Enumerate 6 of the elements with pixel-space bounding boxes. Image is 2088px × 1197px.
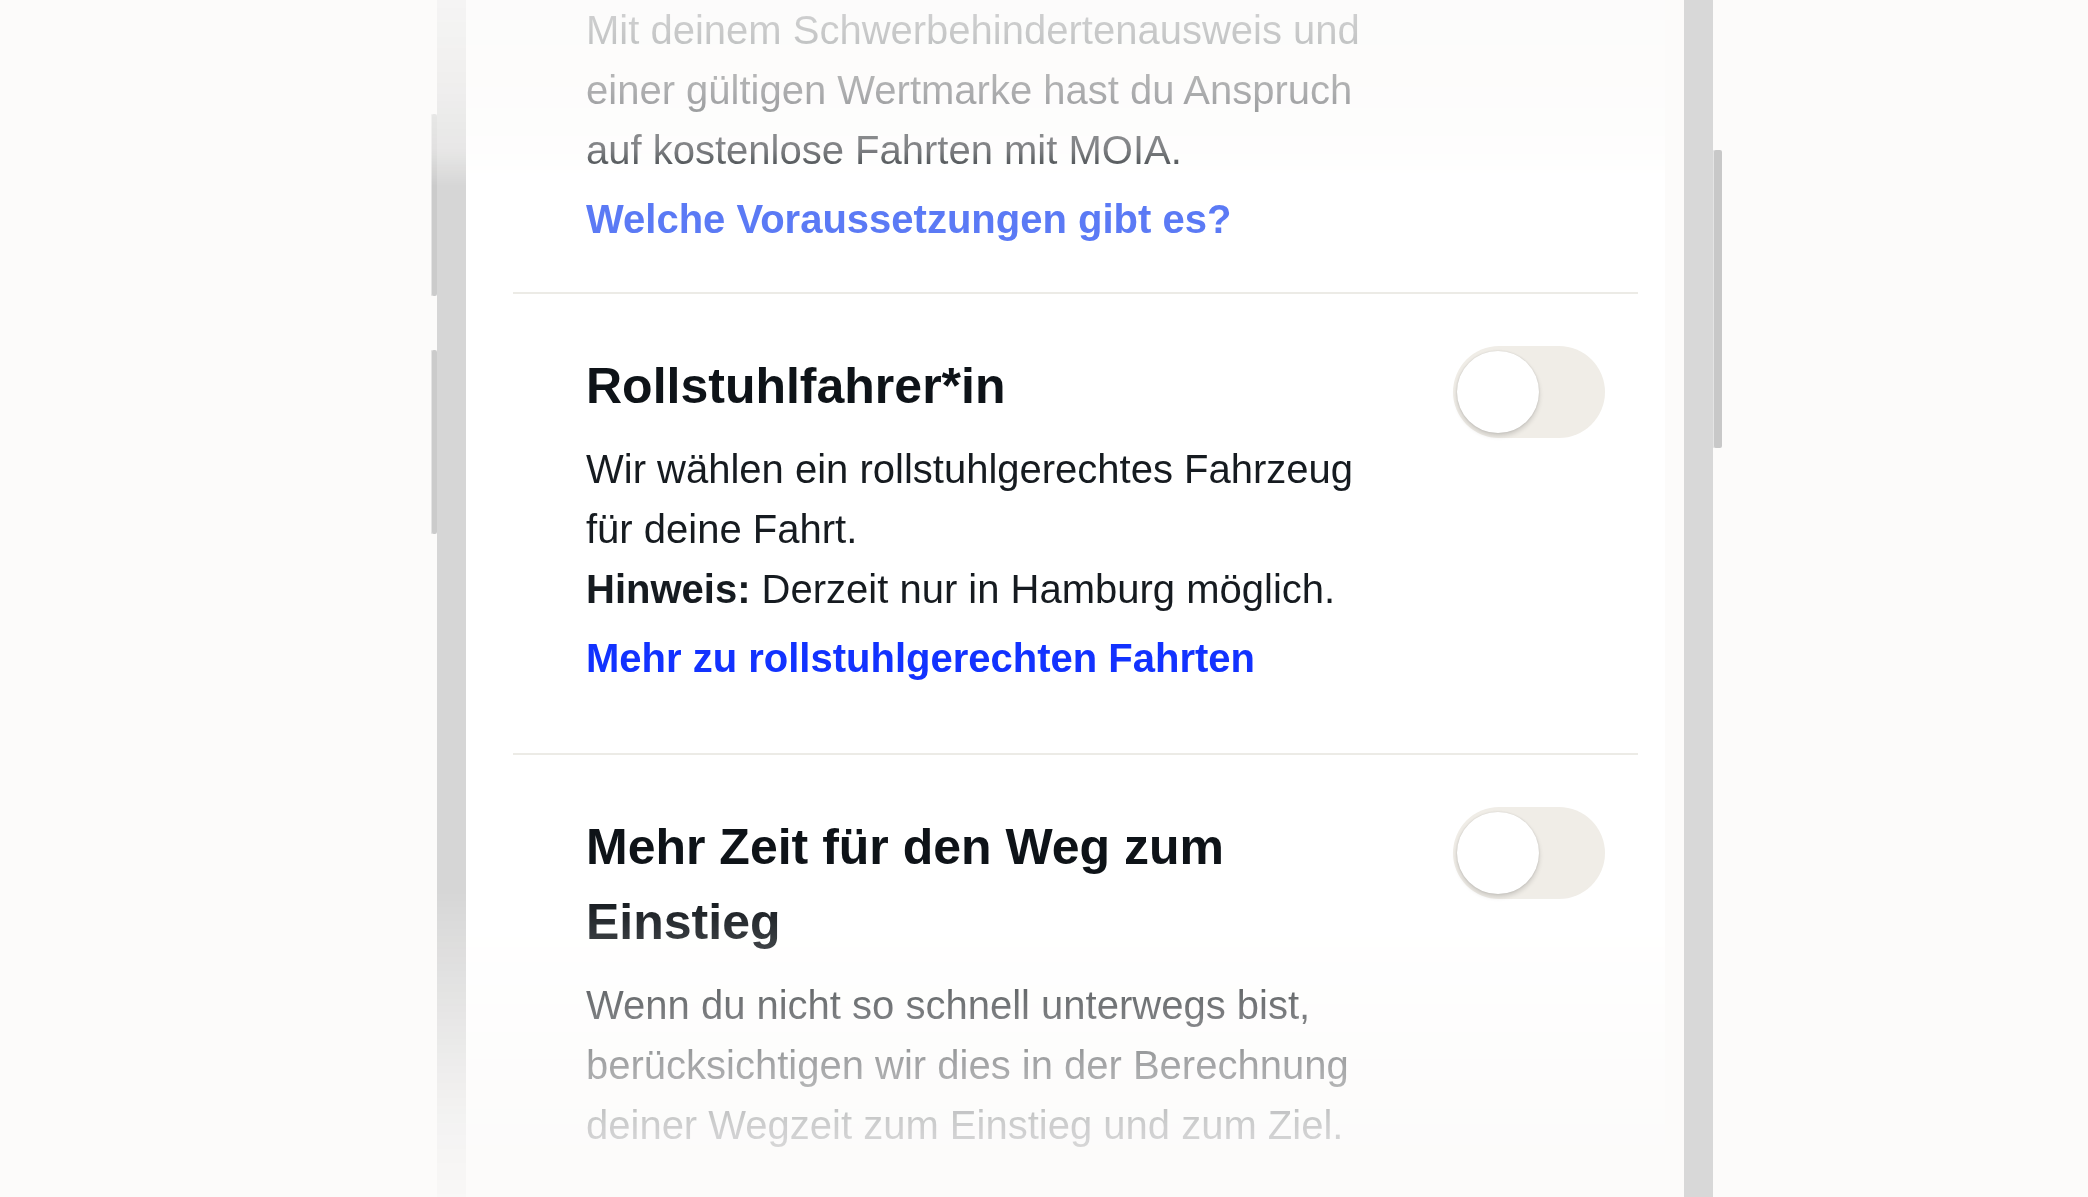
info-link[interactable]: Mehr zu rollstuhlgerechten Fahrten	[586, 628, 1255, 688]
description-text: Wir wählen ein rollstuhlgerechtes Fahrzeug für deine Fahrt.	[586, 446, 1355, 553]
note-text: Hinweis: Derzeit nur in Hamburg möglich.	[586, 566, 1337, 613]
section-title: Mehr Zeit für den Weg zum Einstieg	[586, 818, 1225, 952]
info-link[interactable]: Welche Voraussetzungen gibt es?	[586, 189, 1232, 249]
section-title: Rollstuhlfahrer*in	[586, 357, 1007, 416]
